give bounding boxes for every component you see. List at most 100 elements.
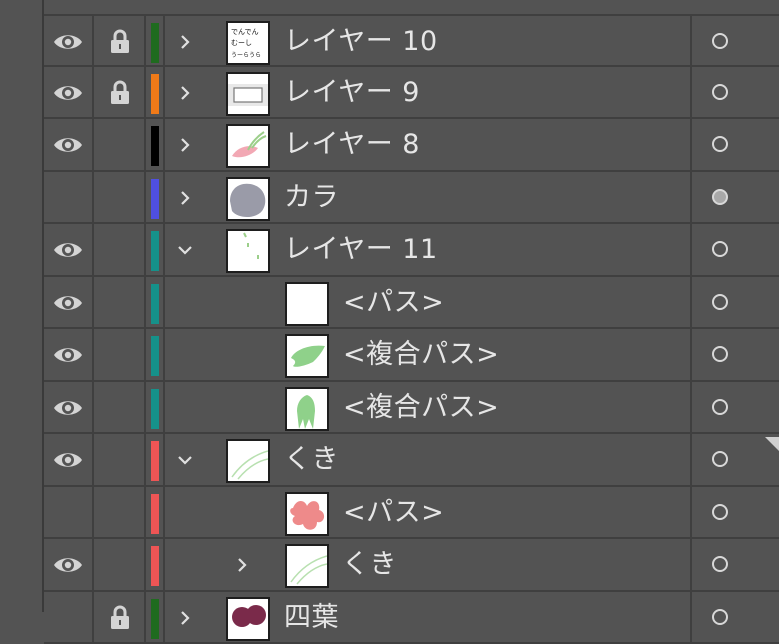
target-column[interactable] [690, 592, 779, 643]
layer-name[interactable]: <パス> [343, 497, 444, 529]
target-column[interactable] [690, 329, 779, 380]
layer-thumbnail [285, 387, 329, 431]
eye-icon[interactable] [52, 450, 84, 470]
chevron-right-icon[interactable] [177, 190, 193, 206]
target-circle-icon[interactable] [712, 33, 728, 49]
layer-name[interactable]: くき [284, 444, 339, 476]
visibility-toggle[interactable] [44, 16, 94, 65]
lock-toggle[interactable] [94, 16, 146, 65]
layer-name[interactable]: 四葉 [284, 602, 339, 634]
lock-toggle[interactable] [94, 382, 146, 433]
resize-corner-icon[interactable] [765, 437, 779, 451]
visibility-toggle[interactable] [44, 539, 94, 590]
layer-name[interactable]: <複合パス> [343, 339, 499, 371]
lock-toggle[interactable] [94, 329, 146, 380]
column-divider [163, 16, 165, 65]
layer-row[interactable]: でんでんむーしうーらうらレイヤー 10 [44, 14, 779, 67]
visibility-toggle[interactable] [44, 382, 94, 433]
chevron-down-icon[interactable] [177, 452, 193, 468]
layer-row[interactable]: レイヤー 9 [44, 67, 779, 120]
lock-toggle[interactable] [94, 277, 146, 328]
lock-toggle[interactable] [94, 592, 146, 643]
target-circle-icon[interactable] [712, 504, 728, 520]
eye-icon[interactable] [52, 135, 84, 155]
visibility-toggle[interactable] [44, 119, 94, 170]
visibility-toggle[interactable] [44, 67, 94, 118]
visibility-toggle[interactable] [44, 487, 94, 538]
layer-name[interactable]: レイヤー 9 [284, 77, 420, 109]
target-circle-icon[interactable] [712, 294, 728, 310]
lock-toggle[interactable] [94, 119, 146, 170]
layer-row[interactable]: レイヤー 11 [44, 224, 779, 277]
column-divider [163, 539, 165, 590]
target-column[interactable] [690, 119, 779, 170]
layer-name[interactable]: くき [342, 549, 397, 581]
visibility-toggle[interactable] [44, 592, 94, 643]
column-divider [163, 592, 165, 643]
lock-icon[interactable] [109, 28, 131, 54]
eye-icon[interactable] [52, 240, 84, 260]
layer-name[interactable]: レイヤー 8 [284, 129, 420, 161]
layer-row[interactable]: くき [44, 539, 779, 592]
target-column[interactable] [690, 382, 779, 433]
target-column[interactable] [690, 16, 779, 65]
layer-color-bar [151, 23, 159, 63]
target-circle-icon[interactable] [712, 84, 728, 100]
lock-toggle[interactable] [94, 67, 146, 118]
target-column[interactable] [690, 67, 779, 118]
visibility-toggle[interactable] [44, 172, 94, 223]
target-circle-icon[interactable] [712, 451, 728, 467]
lock-icon[interactable] [109, 79, 131, 105]
target-circle-icon[interactable] [712, 609, 728, 625]
chevron-down-icon[interactable] [177, 242, 193, 258]
layer-row[interactable]: くき [44, 434, 779, 487]
layer-row[interactable]: <複合パス> [44, 382, 779, 435]
layer-row[interactable]: レイヤー 8 [44, 119, 779, 172]
lock-toggle[interactable] [94, 434, 146, 485]
chevron-right-icon[interactable] [177, 34, 193, 50]
layer-row[interactable]: カラ [44, 172, 779, 225]
layer-color-bar [151, 179, 159, 219]
layer-thumbnail [285, 282, 329, 326]
lock-toggle[interactable] [94, 539, 146, 590]
lock-toggle[interactable] [94, 487, 146, 538]
eye-icon[interactable] [52, 398, 84, 418]
target-column[interactable] [690, 487, 779, 538]
chevron-right-icon[interactable] [234, 557, 250, 573]
target-circle-icon[interactable] [712, 556, 728, 572]
chevron-right-icon[interactable] [177, 137, 193, 153]
eye-icon[interactable] [52, 83, 84, 103]
eye-icon[interactable] [52, 345, 84, 365]
visibility-toggle[interactable] [44, 329, 94, 380]
visibility-toggle[interactable] [44, 434, 94, 485]
target-column[interactable] [690, 277, 779, 328]
lock-toggle[interactable] [94, 224, 146, 275]
target-circle-icon[interactable] [712, 241, 728, 257]
lock-toggle[interactable] [94, 172, 146, 223]
layer-name[interactable]: <複合パス> [343, 392, 499, 424]
layer-name[interactable]: カラ [284, 182, 339, 214]
target-column[interactable] [690, 539, 779, 590]
lock-icon[interactable] [109, 604, 131, 630]
target-column[interactable] [690, 172, 779, 223]
target-circle-icon[interactable] [712, 189, 728, 205]
eye-icon[interactable] [52, 555, 84, 575]
visibility-toggle[interactable] [44, 224, 94, 275]
layer-name[interactable]: レイヤー 11 [284, 234, 438, 266]
layer-name[interactable]: レイヤー 10 [284, 26, 438, 58]
layer-row[interactable]: 四葉 [44, 592, 779, 644]
target-circle-icon[interactable] [712, 136, 728, 152]
chevron-right-icon[interactable] [177, 85, 193, 101]
layer-name[interactable]: <パス> [343, 287, 444, 319]
eye-icon[interactable] [52, 293, 84, 313]
layer-row[interactable]: <パス> [44, 277, 779, 330]
target-circle-icon[interactable] [712, 399, 728, 415]
layer-color-bar [151, 231, 159, 271]
layer-row[interactable]: <パス> [44, 487, 779, 540]
visibility-toggle[interactable] [44, 277, 94, 328]
layer-color-bar [151, 546, 159, 586]
layer-row[interactable]: <複合パス> [44, 329, 779, 382]
target-column[interactable] [690, 224, 779, 275]
eye-icon[interactable] [52, 32, 84, 52]
target-circle-icon[interactable] [712, 346, 728, 362]
